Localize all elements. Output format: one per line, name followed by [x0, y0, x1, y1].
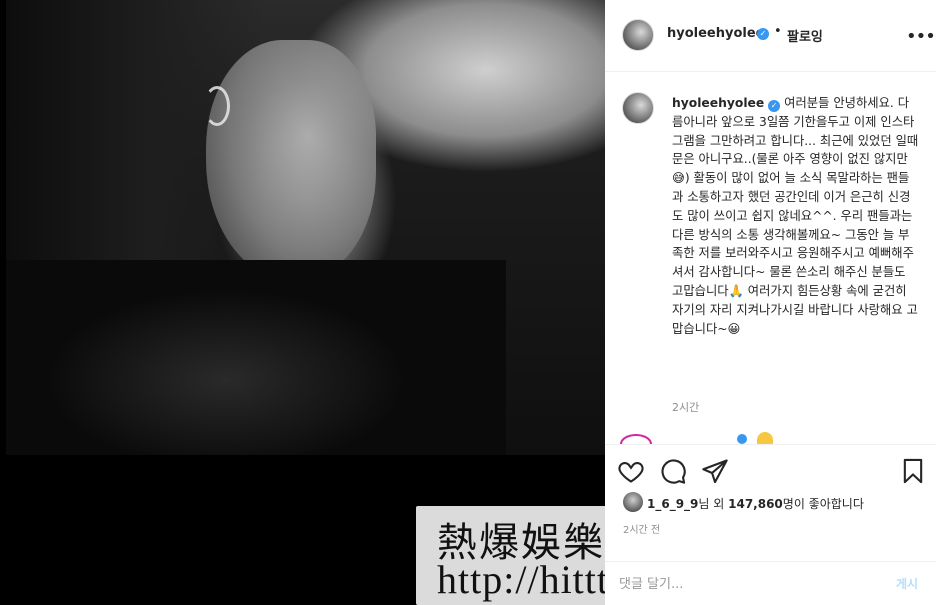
verified-badge-icon: ✓	[768, 100, 781, 112]
next-comment-avatar-ring	[620, 434, 652, 444]
likes-text-mid: 님 외	[698, 497, 729, 511]
photo-background	[6, 0, 605, 455]
caption-avatar[interactable]	[622, 92, 654, 124]
bookmark-icon[interactable]	[899, 457, 927, 485]
author-username[interactable]: hyoleehyolee	[667, 26, 765, 41]
verified-badge-icon: ✓	[757, 28, 769, 40]
photo-face	[206, 40, 376, 280]
photo-earring	[204, 86, 230, 126]
caption-section: hyoleehyolee ✓ 여러분들 안녕하세요. 다름아니라 앞으로 3일쯤 …	[605, 72, 936, 444]
post-actions: 1_6_9_9님 외 147,860명이 좋아합니다 2시간 전 게시	[605, 444, 936, 605]
caption-username[interactable]: hyoleehyolee	[672, 96, 764, 110]
header-separator: •	[774, 24, 782, 39]
liker-avatar[interactable]	[623, 492, 643, 512]
comment-icon[interactable]	[659, 457, 687, 485]
likes-text-end: 명이 좋아합니다	[782, 497, 864, 511]
post-time-ago[interactable]: 2시간 전	[623, 521, 660, 536]
heart-icon[interactable]	[617, 457, 645, 485]
likes-count[interactable]: 147,860	[728, 497, 783, 511]
author-avatar[interactable]	[622, 19, 654, 51]
next-comment-emoji-icon	[757, 432, 773, 444]
post-comment-button[interactable]: 게시	[896, 575, 918, 592]
comment-input[interactable]	[619, 574, 859, 594]
following-button[interactable]: 팔로잉	[787, 26, 823, 45]
caption-body: hyoleehyolee ✓ 여러분들 안녕하세요. 다름아니라 앞으로 3일쯤 …	[672, 94, 920, 338]
photo-clothes	[6, 260, 506, 455]
next-comment-verified-icon	[737, 434, 747, 444]
more-options-icon[interactable]: •••	[906, 26, 936, 47]
post-side-panel: hyoleehyolee ✓ • 팔로잉 ••• hyoleehyolee ✓ 여…	[605, 0, 936, 605]
paper-plane-icon[interactable]	[701, 457, 729, 485]
comment-bar: 게시	[605, 561, 936, 605]
liker-username[interactable]: 1_6_9_9	[647, 497, 698, 511]
likes-summary: 1_6_9_9님 외 147,860명이 좋아합니다	[647, 495, 864, 512]
caption-time: 2시간	[672, 401, 700, 414]
post-header: hyoleehyolee ✓ • 팔로잉 •••	[605, 0, 936, 72]
caption-text: 여러분들 안녕하세요. 다름아니라 앞으로 3일쯤 기한을두고 이제 인스타그램…	[672, 96, 919, 336]
